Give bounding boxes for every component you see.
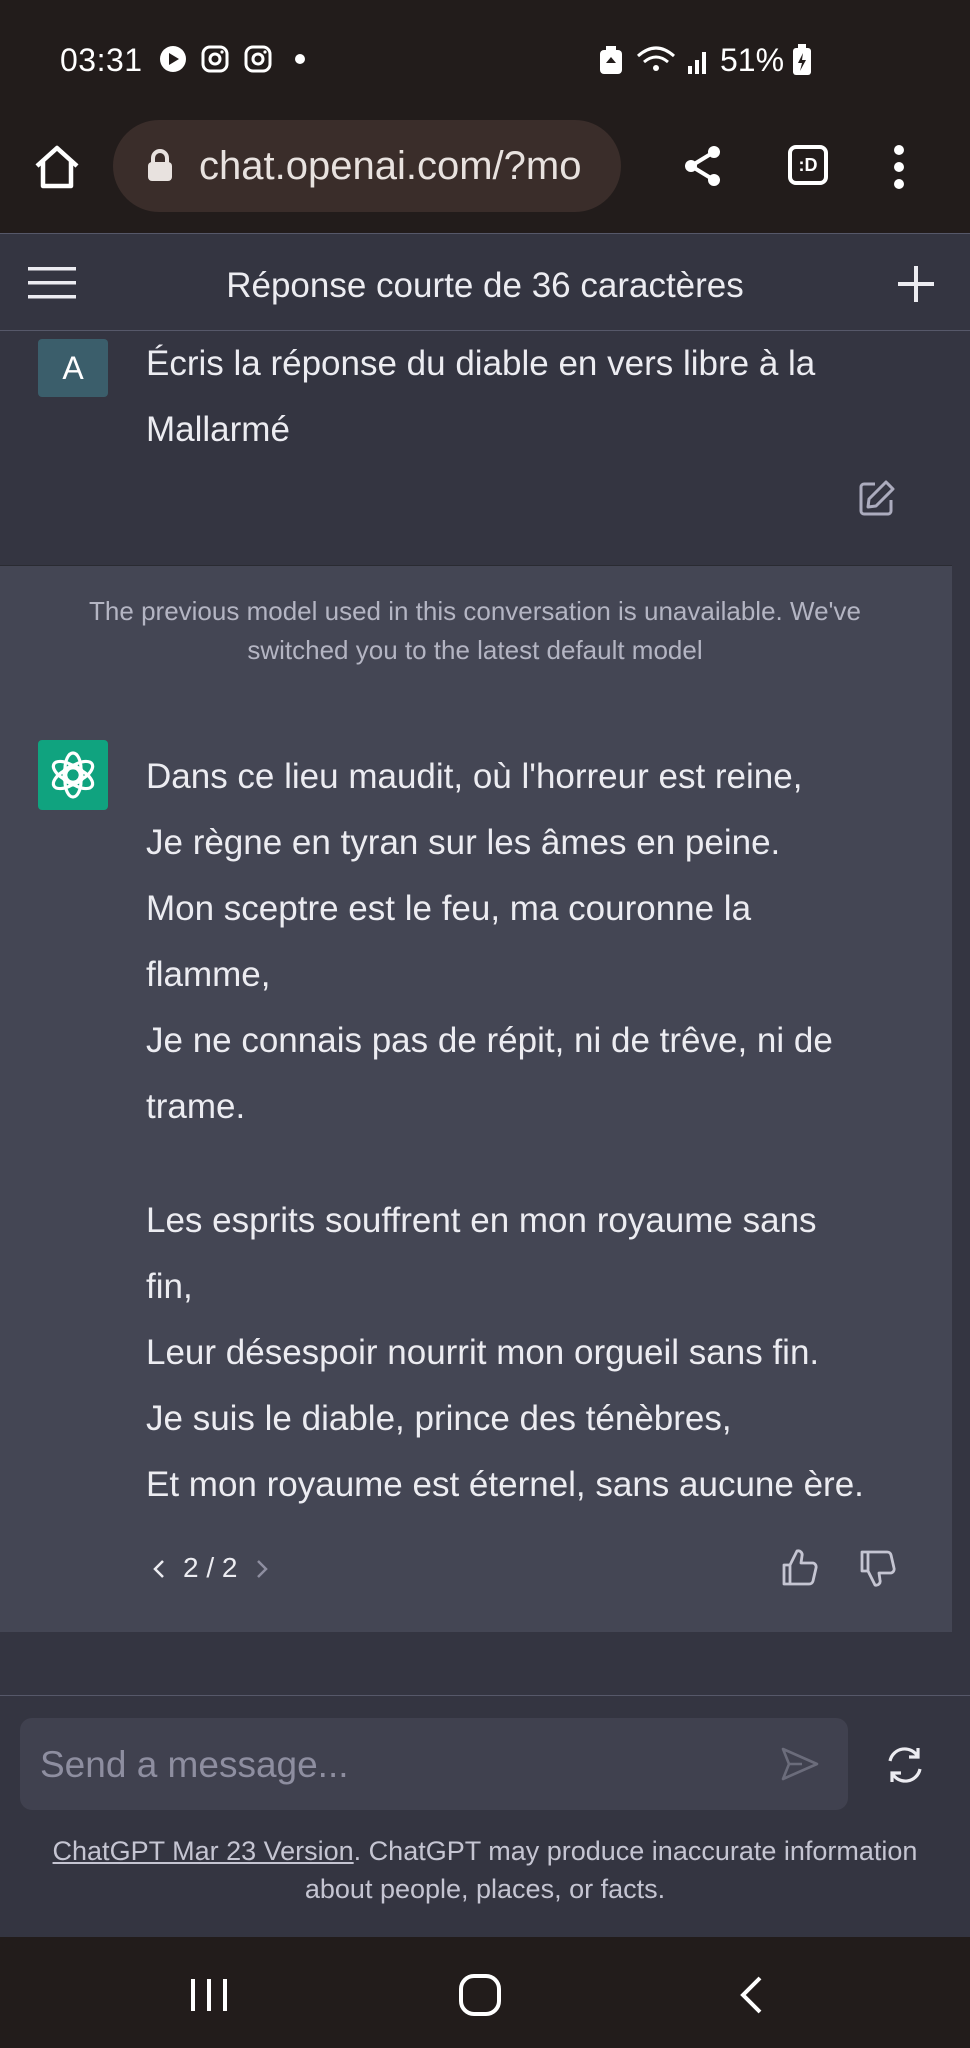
- chatgpt-logo-icon: [38, 740, 108, 810]
- status-time: 03:31: [60, 42, 143, 78]
- battery-charging-icon: [793, 44, 811, 75]
- recent-apps-icon[interactable]: [188, 1977, 230, 2013]
- disclaimer-body: . ChatGPT may produce inaccurate informa…: [304, 1836, 918, 1904]
- new-chat-plus-icon[interactable]: [896, 264, 936, 304]
- wifi-signal-icon: [637, 46, 706, 74]
- poem-line: Dans ce lieu maudit, où l'horreur est re…: [146, 757, 803, 796]
- poem-line: Je règne en tyran sur les âmes en peine.: [146, 823, 781, 862]
- share-icon[interactable]: [682, 144, 724, 188]
- user-message-text: Écris la réponse du diable en vers libre…: [146, 344, 816, 449]
- home-button-icon[interactable]: [458, 1973, 502, 2017]
- version-link[interactable]: ChatGPT Mar 23 Version: [53, 1836, 354, 1866]
- stanza-break: [146, 1140, 916, 1188]
- next-response-chevron-icon[interactable]: [255, 1558, 269, 1580]
- disclaimer-text: ChatGPT Mar 23 Version. ChatGPT may prod…: [30, 1832, 940, 1908]
- poem-line: fin,: [146, 1267, 193, 1306]
- app-notification-icon: [160, 46, 186, 72]
- poem-line: Mon sceptre est le feu, ma couronne la: [146, 889, 752, 928]
- instagram-icon: [244, 45, 272, 73]
- user-message: A Écris la réponse du diable en vers lib…: [0, 331, 952, 566]
- message-input[interactable]: [38, 1718, 782, 1812]
- lock-icon: [148, 149, 172, 181]
- poem-line: Je ne connais pas de répit, ni de trêve,…: [146, 1021, 833, 1060]
- instagram-icon: [201, 45, 229, 73]
- notice-text: The previous model used in this conversa…: [89, 596, 861, 665]
- thumbs-up-icon[interactable]: [780, 1548, 820, 1588]
- user-avatar: A: [38, 339, 108, 397]
- poem-line: Les esprits souffrent en mon royaume san…: [146, 1201, 817, 1240]
- battery-percentage: 51%: [720, 42, 785, 78]
- model-switch-notice: The previous model used in this conversa…: [0, 566, 952, 701]
- more-notifications-dot-icon: [295, 54, 305, 64]
- system-navigation-bar: [0, 1937, 970, 2048]
- home-icon[interactable]: [32, 144, 82, 190]
- poem-line: trame.: [146, 1087, 246, 1126]
- more-options-icon[interactable]: [892, 144, 906, 190]
- message-input-box[interactable]: [20, 1718, 848, 1812]
- status-bar: [0, 0, 970, 118]
- poem-line: flamme,: [146, 955, 271, 994]
- poem-line: Je suis le diable, prince des ténèbres,: [146, 1399, 732, 1438]
- divider: [0, 1695, 970, 1696]
- chat-title: Réponse courte de 36 caractères: [226, 266, 744, 305]
- edit-icon[interactable]: [858, 479, 896, 517]
- poem-line: Et mon royaume est éternel, sans aucune …: [146, 1465, 864, 1504]
- response-pager: 2 / 2: [183, 1552, 238, 1583]
- battery-saver-icon: [600, 46, 622, 74]
- thumbs-down-icon[interactable]: [858, 1548, 898, 1588]
- regenerate-icon[interactable]: [884, 1744, 926, 1786]
- assistant-message: Dans ce lieu maudit, où l'horreur est re…: [0, 700, 952, 1632]
- url-text: chat.openai.com/?mo: [199, 144, 582, 188]
- poem-line: Leur désespoir nourrit mon orgueil sans …: [146, 1333, 820, 1372]
- address-bar[interactable]: chat.openai.com/?mo: [113, 120, 621, 212]
- send-icon[interactable]: [780, 1746, 820, 1782]
- tab-switcher-button[interactable]: :D: [788, 145, 828, 185]
- back-icon[interactable]: [738, 1975, 764, 2015]
- assistant-message-text: Dans ce lieu maudit, où l'horreur est re…: [146, 744, 916, 1518]
- chat-header: Réponse courte de 36 caractères: [0, 233, 970, 331]
- previous-response-chevron-icon[interactable]: [152, 1558, 166, 1580]
